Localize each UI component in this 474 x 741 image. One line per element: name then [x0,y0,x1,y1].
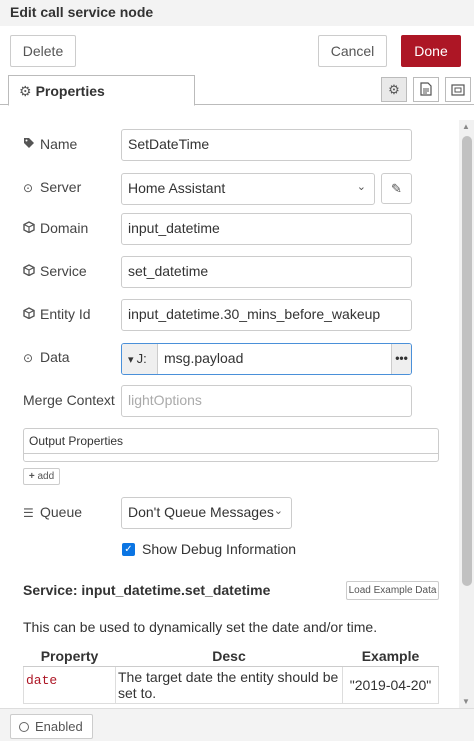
domain-label: Domain [23,220,88,236]
service-input[interactable]: set_datetime [121,256,412,288]
chevron-down-icon: ⌄ [356,181,366,193]
scrollbar-thumb[interactable] [462,136,472,586]
chevron-down-icon: ⌄ [273,505,283,517]
data-typed-input[interactable]: ▾ J: msg.payload ••• [121,343,412,375]
table-row: date The target date the entity should b… [23,665,439,704]
debug-checkbox[interactable]: ✓ [122,543,135,556]
merge-context-label: Merge Context [23,392,115,408]
data-value: msg.payload [164,350,244,366]
enabled-toggle[interactable]: Enabled [10,714,93,739]
queue-label: ☰ Queue [23,504,82,520]
output-properties-header: Output Properties [24,429,438,454]
tab-properties-label: Properties [35,83,105,99]
service-description: This can be used to dynamically set the … [23,619,378,635]
dialog-footer: Enabled [0,708,474,741]
server-label-text: Server [40,179,82,195]
data-label: ⊙ Data [23,349,70,365]
cancel-button[interactable]: Cancel [318,35,387,67]
data-label-text: Data [40,349,70,365]
queue-select-value: Don't Queue Messages [128,504,274,520]
expand-editor-button[interactable]: ••• [391,344,411,374]
entity-id-label-text: Entity Id [40,306,91,322]
description-icon[interactable] [413,77,439,102]
delete-button[interactable]: Delete [10,35,76,67]
dot-circle-icon: ⊙ [23,351,34,365]
table-header-property: Property [23,647,116,667]
dialog-title: Edit call service node [0,0,474,26]
merge-context-input[interactable]: lightOptions [121,385,412,417]
domain-input[interactable]: input_datetime [121,213,412,245]
json-type-icon: J: [136,351,147,366]
table-cell-property: date [23,665,116,704]
list-icon: ☰ [23,506,34,520]
scroll-up-arrow-icon[interactable]: ▲ [462,122,470,131]
settings-icon[interactable]: ⚙ [381,77,407,102]
edit-server-button[interactable]: ✎ [381,173,412,204]
service-info-title: Service: input_datetime.set_datetime [23,582,271,598]
queue-select[interactable]: Don't Queue Messages ⌄ [121,497,292,529]
name-label: Name [23,136,77,152]
service-fields-table: Property Desc Example date The target da… [23,647,439,704]
queue-label-text: Queue [40,504,83,520]
cube-icon [23,221,37,236]
service-label-text: Service [40,263,87,279]
table-cell-desc: The target date the entity should be set… [115,665,343,704]
entity-id-label: Entity Id [23,306,91,322]
done-button[interactable]: Done [401,35,461,67]
debug-label: Show Debug Information [142,541,297,557]
server-select[interactable]: Home Assistant ⌄ [121,173,375,205]
tab-properties[interactable]: ⚙ Properties [8,75,195,106]
data-type-selector[interactable]: ▾ J: [122,344,158,374]
domain-label-text: Domain [40,220,89,236]
gear-icon: ⚙ [19,83,32,99]
enabled-label: Enabled [35,719,83,734]
cube-icon [23,264,37,279]
appearance-icon[interactable] [445,77,471,102]
name-input[interactable]: SetDateTime [121,129,412,161]
server-select-value: Home Assistant [128,180,226,196]
add-output-property-button[interactable]: + add [23,468,60,485]
tag-icon [23,137,37,152]
entity-id-input[interactable]: input_datetime.30_mins_before_wakeup [121,299,412,331]
scroll-down-arrow-icon[interactable]: ▼ [462,697,470,706]
plus-icon: + [28,471,35,482]
circle-icon [19,722,29,732]
service-label: Service [23,263,87,279]
name-label-text: Name [40,136,78,152]
add-label: add [37,471,55,482]
properties-panel: Name SetDateTime ⊙ Server Home Assistant ⌄… [8,106,458,708]
load-example-button[interactable]: Load Example Data [346,581,439,600]
table-header-desc: Desc [115,647,343,667]
table-cell-example: "2019-04-20" [342,665,439,704]
pencil-icon: ✎ [391,181,402,196]
cube-icon [23,307,37,322]
dot-circle-icon: ⊙ [23,181,34,195]
output-properties-list: Output Properties [23,428,439,462]
table-header-example: Example [342,647,439,667]
server-label: ⊙ Server [23,179,81,195]
